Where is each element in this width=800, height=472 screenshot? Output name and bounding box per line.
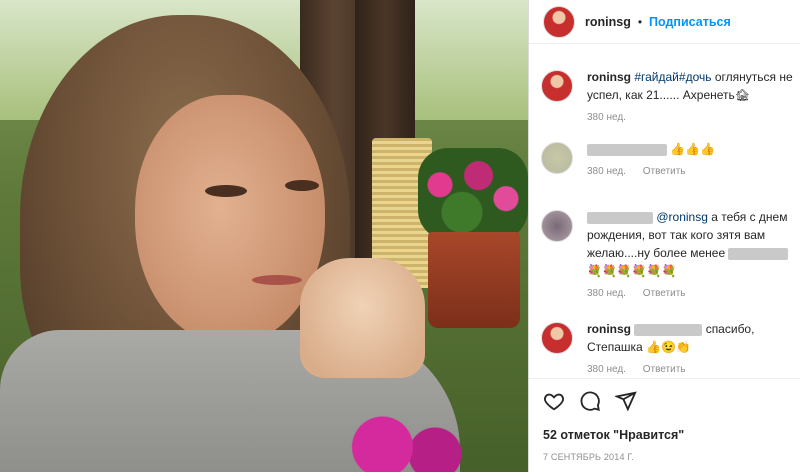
- commenter-avatar[interactable]: [541, 142, 573, 174]
- author-avatar[interactable]: [541, 70, 573, 102]
- reply-button[interactable]: Ответить: [643, 288, 686, 299]
- comment-time: 380 нед.: [587, 166, 626, 177]
- author-username[interactable]: roninsg: [585, 15, 631, 29]
- caption-comment: roninsg #гайдай#дочь оглянуться не успел…: [541, 68, 793, 123]
- comment-meta: 380 нед. Ответить: [587, 364, 793, 375]
- photo-eye: [285, 180, 319, 191]
- post-header: roninsg • Подписаться: [529, 0, 800, 44]
- comment-body: 👍👍👍: [670, 142, 716, 156]
- heart-icon[interactable]: [543, 390, 565, 417]
- comment-icon[interactable]: [579, 390, 601, 417]
- comment-username[interactable]: roninsg: [587, 322, 631, 336]
- comment-time: 380 нед.: [587, 364, 626, 375]
- author-avatar[interactable]: [541, 322, 573, 354]
- photo-flowers: [418, 148, 528, 240]
- caption-text: roninsg #гайдай#дочь оглянуться не успел…: [587, 68, 793, 104]
- list-item: @roninsg а тебя с днем рождения, вот так…: [541, 208, 793, 299]
- comment-text: roninsg спасибо, Степашка 👍😉👏: [587, 320, 793, 356]
- comment-meta: 380 нед. Ответить: [587, 166, 793, 177]
- hashtag-link[interactable]: #дочь: [679, 70, 712, 84]
- author-avatar[interactable]: [543, 5, 575, 38]
- commenter-avatar[interactable]: [541, 210, 573, 242]
- post-date: 7 СЕНТЯБРЬ 2014 Г.: [543, 452, 635, 462]
- comment-username[interactable]: roninsg: [587, 70, 631, 84]
- list-item: 👍👍👍 380 нед. Ответить: [541, 140, 793, 177]
- separator-dot: •: [637, 14, 643, 29]
- comment-time: 380 нед.: [587, 288, 626, 299]
- comment-text: 👍👍👍: [587, 140, 793, 158]
- mention-link[interactable]: @roninsg: [656, 210, 708, 224]
- post-sidebar: roninsg • Подписаться roninsg #гайдай#до…: [528, 0, 800, 472]
- list-item: roninsg спасибо, Степашка 👍😉👏 380 нед. О…: [541, 320, 793, 375]
- photo-mouth: [252, 275, 302, 285]
- comment-time: 380 нед.: [587, 112, 626, 123]
- comment-text: @roninsg а тебя с днем рождения, вот так…: [587, 208, 793, 280]
- comment-meta: 380 нед. Ответить: [587, 288, 793, 299]
- photo-eye: [205, 185, 247, 197]
- photo-flower-pot: [428, 232, 520, 328]
- reply-button[interactable]: Ответить: [643, 166, 686, 177]
- redacted-text: [728, 247, 789, 260]
- photo-face: [135, 95, 325, 345]
- redacted-username: [587, 143, 667, 156]
- reply-button[interactable]: Ответить: [643, 364, 686, 375]
- post-photo[interactable]: [0, 0, 528, 472]
- comment-emoji: 💐💐💐💐💐💐: [587, 264, 677, 278]
- likes-count[interactable]: 52 отметок "Нравится": [543, 428, 684, 442]
- comments-list[interactable]: roninsg #гайдай#дочь оглянуться не успел…: [529, 58, 800, 376]
- redacted-text: [634, 323, 703, 336]
- photo-pink-flower: [330, 412, 480, 472]
- comment-meta: 380 нед.: [587, 112, 793, 123]
- share-icon[interactable]: [613, 390, 637, 417]
- redacted-username: [587, 211, 653, 224]
- hashtag-link[interactable]: #гайдай: [634, 70, 679, 84]
- follow-button[interactable]: Подписаться: [649, 15, 731, 29]
- post-actions: [529, 378, 800, 428]
- photo-arm: [300, 258, 425, 378]
